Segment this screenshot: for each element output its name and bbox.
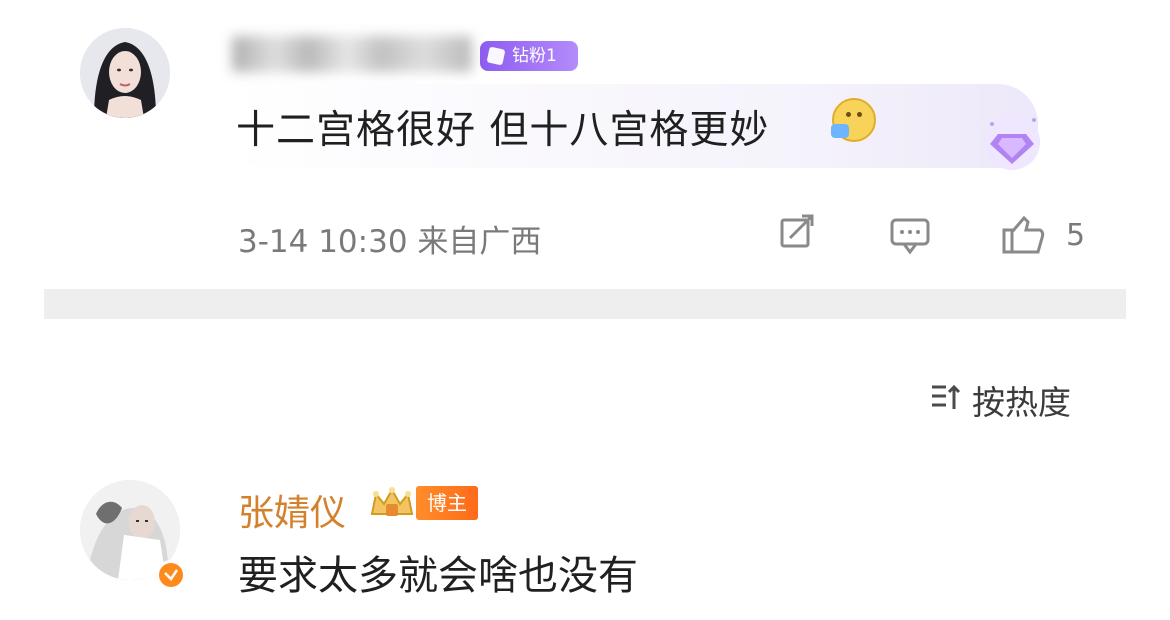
- tongue-out-emoji-icon: [831, 98, 876, 142]
- gem-icon: [486, 46, 506, 66]
- username-blurred[interactable]: [232, 36, 472, 72]
- blogger-username[interactable]: 张婧仪: [238, 484, 346, 536]
- forward-icon[interactable]: [776, 214, 822, 256]
- sort-by-hot[interactable]: 按热度: [972, 376, 1071, 424]
- like-count: 5: [1066, 218, 1086, 253]
- comment-text: 十二宫格很好 但十八宫格更妙: [236, 108, 770, 153]
- sort-icon[interactable]: [930, 383, 962, 413]
- diamond-gem-icon: [980, 110, 1044, 174]
- fan-badge: 钻粉1: [480, 41, 578, 71]
- section-divider: [44, 289, 1126, 319]
- fan-badge-label: 钻粉1: [512, 46, 557, 66]
- blogger-badge: 博主: [416, 486, 478, 520]
- time-location: 3-14 10:30 来自广西: [238, 224, 542, 260]
- top-comment: 钻粉1 十二宫格很好 但十八宫格更妙 3-14 10:30 来自广西 5: [0, 0, 1170, 290]
- thumbs-up-icon[interactable]: [1000, 214, 1046, 256]
- verified-icon: [156, 560, 186, 590]
- crown-badge-icon: [366, 484, 418, 522]
- reply-text: 要求太多就会啥也没有: [238, 553, 638, 599]
- avatar[interactable]: [80, 28, 170, 118]
- comment-icon[interactable]: [888, 214, 934, 256]
